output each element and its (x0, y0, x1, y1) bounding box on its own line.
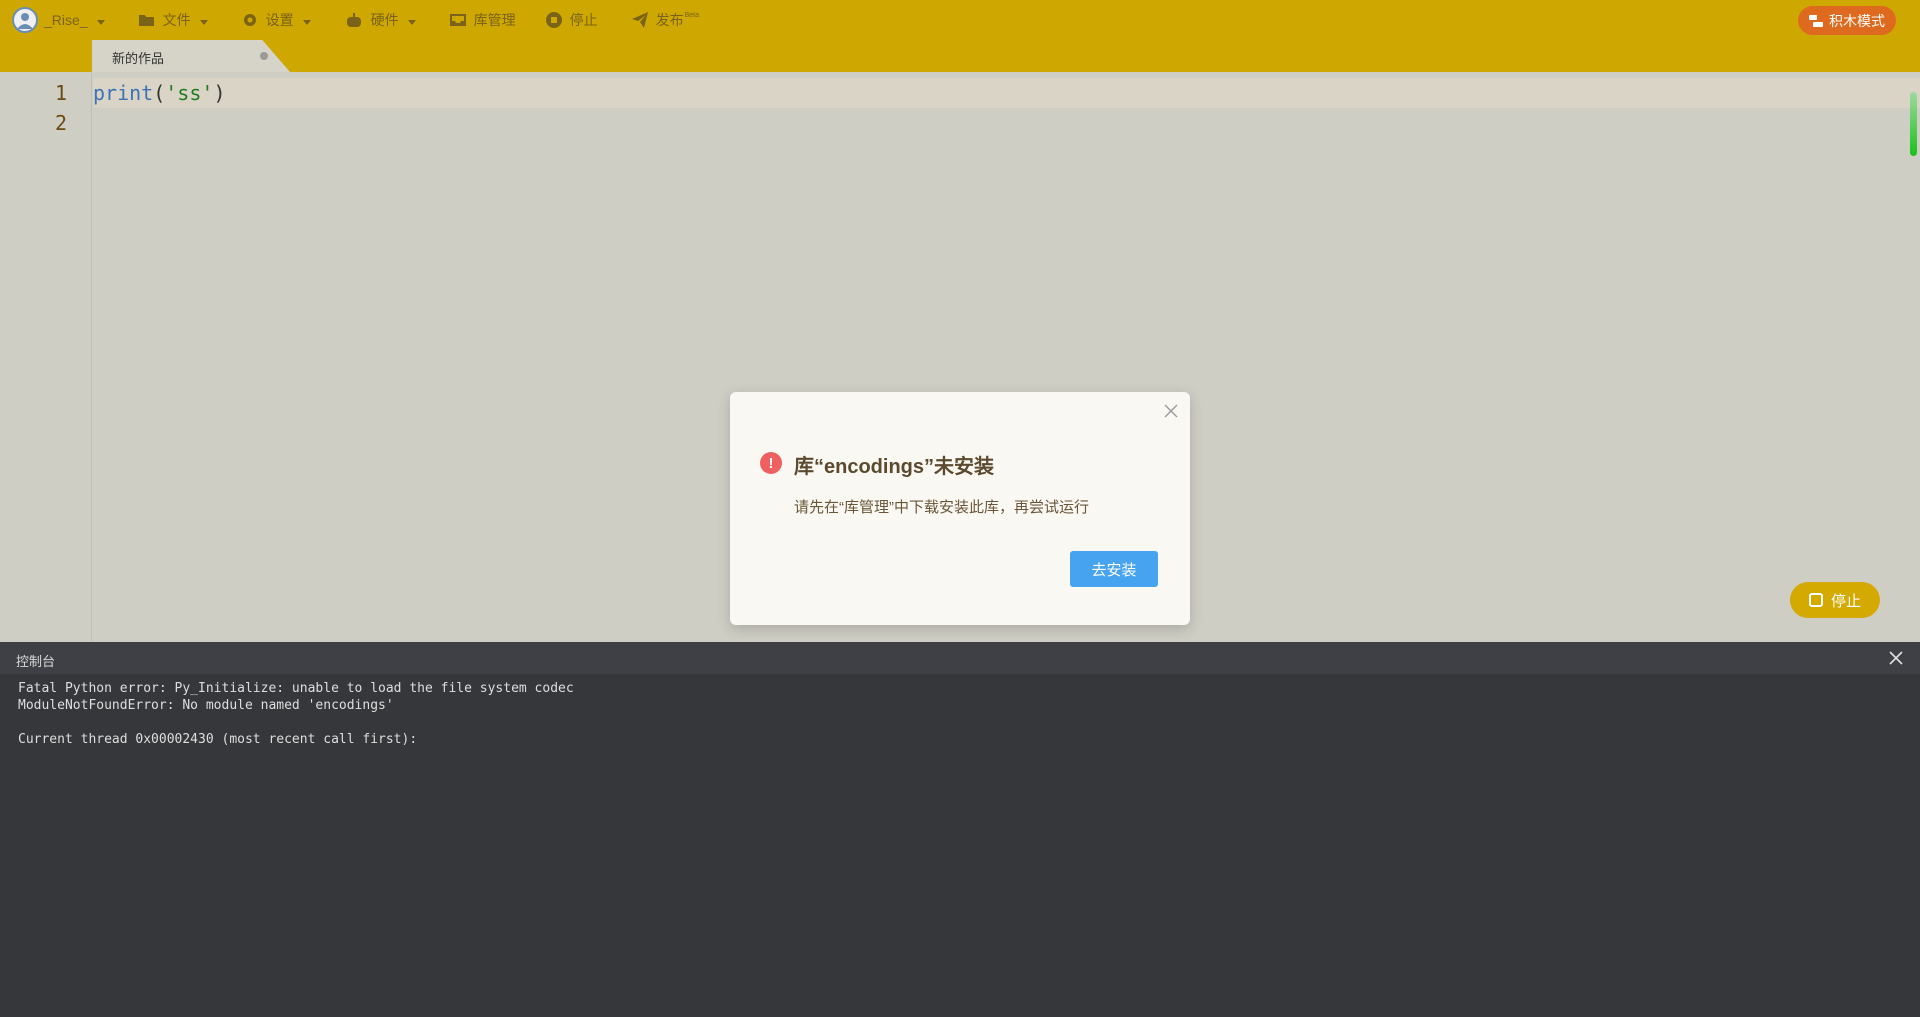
inbox-icon (449, 13, 466, 27)
console-panel: 控制台 Fatal Python error: Py_Initialize: u… (0, 642, 1920, 1017)
publish-menu-label: 发布 (655, 12, 684, 28)
hardware-menu-label: 硬件 (370, 12, 399, 28)
console-output: Fatal Python error: Py_Initialize: unabl… (18, 681, 574, 747)
hardware-menu[interactable]: 硬件 (345, 0, 416, 40)
tab-label: 新的作品 (112, 51, 165, 66)
folder-icon (138, 13, 155, 27)
block-mode-button[interactable]: 积木模式 (1798, 6, 1896, 35)
close-icon[interactable] (1162, 402, 1180, 420)
tab-new-work[interactable]: 新的作品 (92, 40, 290, 72)
paper-plane-icon (631, 12, 648, 28)
block-mode-label: 积木模式 (1829, 12, 1885, 29)
file-menu[interactable]: 文件 (138, 0, 208, 40)
unsaved-dot-icon[interactable] (260, 52, 268, 60)
tab-strip: 新的作品 (0, 40, 1920, 72)
code-token-string: 'ss' (165, 81, 214, 105)
stop-run-label: 停止 (1830, 592, 1861, 610)
editor-scrollbar[interactable] (1910, 92, 1917, 156)
beta-badge: Beta (684, 11, 699, 19)
close-icon[interactable] (1886, 648, 1906, 668)
console-header: 控制台 (0, 642, 1920, 674)
code-token-function: print (93, 81, 154, 105)
user-name: _Rise_ (44, 12, 88, 28)
stop-square-icon (1808, 593, 1823, 607)
code-line[interactable]: print('ss') (93, 78, 225, 108)
settings-menu[interactable]: 设置 (242, 0, 311, 40)
library-not-installed-dialog: ! 库“encodings”未安装 请先在“库管理”中下载安装此库，再尝试运行 … (730, 392, 1190, 625)
exclamation-icon: ! (760, 452, 782, 474)
stop-menu[interactable]: 停止 (545, 0, 598, 40)
blocks-icon (1809, 14, 1823, 27)
dialog-message: 请先在“库管理”中下载安装此库，再尝试运行 (794, 499, 1089, 516)
line-number: 1 (54, 81, 67, 105)
library-menu[interactable]: 库管理 (449, 0, 516, 40)
user-menu[interactable]: _Rise_ (12, 0, 105, 40)
code-token-paren: ) (213, 81, 226, 105)
file-menu-label: 文件 (162, 12, 191, 28)
current-line-highlight (93, 78, 1920, 108)
stop-icon (545, 12, 562, 28)
library-menu-label: 库管理 (473, 12, 516, 28)
console-title: 控制台 (16, 654, 56, 669)
chevron-down-icon (302, 12, 311, 28)
install-button[interactable]: 去安装 (1070, 551, 1158, 587)
line-gutter: 1 2 (0, 72, 92, 642)
stop-run-button[interactable]: 停止 (1790, 582, 1880, 618)
chevron-down-icon (407, 12, 416, 28)
robot-icon (345, 12, 363, 28)
chevron-down-icon (96, 12, 105, 28)
gear-icon (242, 12, 258, 28)
publish-menu[interactable]: 发布 Beta (631, 0, 699, 40)
dialog-title: 库“encodings”未安装 (794, 456, 995, 478)
code-token-paren: ( (153, 81, 166, 105)
top-menubar: _Rise_ 文件 设置 硬件 库管理 停止 发布 Beta 积木模式 (0, 0, 1920, 40)
avatar (12, 7, 38, 33)
line-number: 2 (54, 111, 67, 135)
chevron-down-icon (199, 12, 208, 28)
settings-menu-label: 设置 (265, 12, 294, 28)
stop-menu-label: 停止 (569, 12, 598, 28)
